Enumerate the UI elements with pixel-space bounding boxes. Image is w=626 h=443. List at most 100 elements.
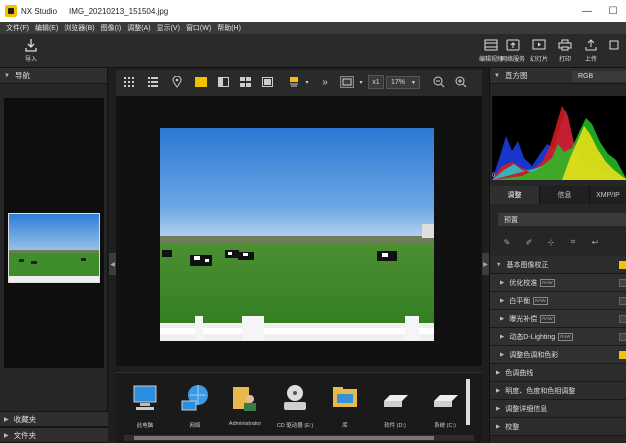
multiplier-button[interactable]: x1 [368, 75, 384, 89]
folder-item-administrator[interactable]: Administrator [220, 381, 270, 427]
row-checkbox[interactable] [619, 333, 626, 341]
menu-help[interactable]: 帮助(H) [217, 23, 241, 33]
expand-triangle-icon: ▶ [4, 432, 9, 439]
more-arrows-icon[interactable]: » [318, 75, 332, 89]
tab-xmp[interactable]: XMP/IP [590, 186, 626, 204]
folder-item-drive-d[interactable]: 软件 (D:) [370, 381, 420, 429]
scrollbar-thumb[interactable] [134, 436, 434, 440]
menu-adjust[interactable]: 调整(A) [127, 23, 150, 33]
edit-tools: ✎ ✐ ⊹ ⌗ ↩ [498, 236, 626, 248]
zoom-out-icon[interactable] [432, 75, 446, 89]
channel-select[interactable]: RGB [572, 71, 626, 82]
navigator-header[interactable]: ▼ 导航 [0, 68, 107, 84]
folder-item-label: Administrator [228, 421, 262, 427]
row-label: 调整色调和色彩 [509, 351, 559, 359]
photo-preview[interactable] [160, 128, 434, 341]
row-checkbox[interactable] [619, 315, 626, 323]
folder-item-drive-c[interactable]: 系统 (C:) [420, 381, 470, 429]
right-panel-toggle[interactable]: ▶ [482, 253, 489, 275]
list-view-icon[interactable] [146, 75, 160, 89]
folder-item-cd-drive[interactable]: CD 驱动器 (E:) [270, 381, 320, 429]
slideshow-button[interactable]: 幻灯片 [526, 38, 552, 63]
tab-info[interactable]: 信息 [540, 186, 590, 204]
expand-triangle-icon: ▶ [500, 279, 505, 286]
folder-item-computer[interactable]: 此电脑 [120, 381, 170, 429]
map-pin-icon[interactable] [170, 75, 184, 89]
folder-item-library[interactable]: 库 [320, 381, 370, 429]
folders-title: 文件夹 [13, 430, 37, 440]
zoom-level-select[interactable]: 17% ▼ [386, 76, 420, 89]
compare-view-icon[interactable] [216, 75, 230, 89]
preset-select[interactable]: 预置 [498, 213, 626, 226]
folder-item-label: 网络 [189, 423, 201, 429]
row-active-d-lighting[interactable]: ▶ 动态D-Lighting RAW [490, 328, 626, 346]
web-service-button[interactable]: 网络服务 [500, 38, 526, 63]
section-title: 明度、色度和色相调整 [505, 387, 576, 395]
retouch-icon[interactable]: ↩ [586, 236, 604, 248]
upload-button[interactable]: 上传 [578, 38, 604, 63]
horizontal-scrollbar[interactable] [124, 435, 474, 441]
multi-compare-icon[interactable] [238, 75, 252, 89]
row-label: 白平衡 [509, 297, 531, 305]
tab-adjust[interactable]: 调整 [490, 186, 540, 204]
zoom-in-icon[interactable] [454, 75, 468, 89]
folder-item-network[interactable]: 网络 [170, 381, 220, 429]
menu-browser[interactable]: 浏览器(B) [64, 23, 94, 33]
section-basic-correction[interactable]: ▼ 基本图像校正 [490, 256, 626, 274]
section-title: 色调曲线 [505, 369, 534, 377]
print-label: 打印 [558, 57, 571, 63]
grid-view-icon[interactable] [122, 75, 136, 89]
section-lch[interactable]: ▶ 明度、色度和色相调整 [490, 382, 626, 400]
row-white-balance[interactable]: ▶ 白平衡 RAW [490, 292, 626, 310]
fit-screen-icon[interactable] [340, 75, 354, 89]
brush-icon[interactable]: ✐ [520, 236, 538, 248]
cd-drive-icon [277, 381, 313, 415]
vertical-scrollbar[interactable] [466, 379, 470, 425]
row-exposure[interactable]: ▶ 曝光补偿 RAW [490, 310, 626, 328]
histogram [492, 96, 626, 180]
row-label: 曝光补偿 [509, 315, 538, 323]
menu-file[interactable]: 文件(F) [6, 23, 29, 33]
app-logo-icon [5, 5, 17, 17]
image-viewer[interactable] [116, 96, 482, 366]
row-checkbox[interactable] [619, 351, 626, 359]
folders-header[interactable]: ▶ 文件夹 [0, 427, 108, 443]
section-checkbox[interactable] [619, 261, 626, 269]
viewer-toolbar: ▾ » ▾ x1 17% ▼ [116, 70, 482, 96]
expand-triangle-icon: ▶ [496, 369, 501, 376]
right-panel-tabs: 调整 信息 XMP/IP [490, 186, 626, 204]
slideshow-label: 幻灯片 [529, 57, 548, 63]
preset-value: 预置 [504, 216, 518, 224]
menu-image[interactable]: 图像(I) [101, 23, 122, 33]
chevron-down-icon[interactable]: ▾ [354, 75, 368, 89]
crop-icon[interactable]: ⌗ [564, 236, 582, 248]
navigator-thumbnail[interactable] [8, 213, 100, 283]
favorites-header[interactable]: ▶ 收藏夹 [0, 411, 108, 427]
section-tone-curve[interactable]: ▶ 色调曲线 [490, 364, 626, 382]
folder-item-label: 库 [342, 423, 348, 429]
menu-view[interactable]: 显示(V) [157, 23, 180, 33]
row-tone-color[interactable]: ▶ 调整色调和色彩 [490, 346, 626, 364]
left-panel-toggle[interactable]: ◀ [109, 253, 116, 275]
import-button[interactable]: 导入 [18, 38, 44, 63]
row-checkbox[interactable] [619, 279, 626, 287]
eyedropper-icon[interactable]: ✎ [498, 236, 516, 248]
window-controls: — ☐ [574, 0, 626, 22]
minimize-button[interactable]: — [574, 0, 600, 22]
row-checkbox[interactable] [619, 297, 626, 305]
single-image-view-icon[interactable] [194, 75, 208, 89]
maximize-button[interactable]: ☐ [600, 0, 626, 22]
print-button[interactable]: 打印 [552, 38, 578, 63]
collapse-triangle-icon: ▼ [4, 72, 10, 79]
row-picture-control[interactable]: ▶ 优化校准 RAW [490, 274, 626, 292]
full-screen-icon[interactable] [260, 75, 274, 89]
navigator-view[interactable] [4, 98, 104, 368]
straighten-icon[interactable]: ⊹ [542, 236, 560, 248]
section-correction[interactable]: ▶ 校整 [490, 418, 626, 436]
more-button[interactable] [604, 38, 624, 52]
menu-edit[interactable]: 编辑(E) [35, 23, 58, 33]
menu-window[interactable]: 窗口(W) [186, 23, 211, 33]
chevron-down-icon[interactable]: ▾ [300, 75, 314, 89]
histogram-header[interactable]: ▼ 直方图 RGB [490, 68, 626, 84]
section-details[interactable]: ▶ 调整详细信息 [490, 400, 626, 418]
